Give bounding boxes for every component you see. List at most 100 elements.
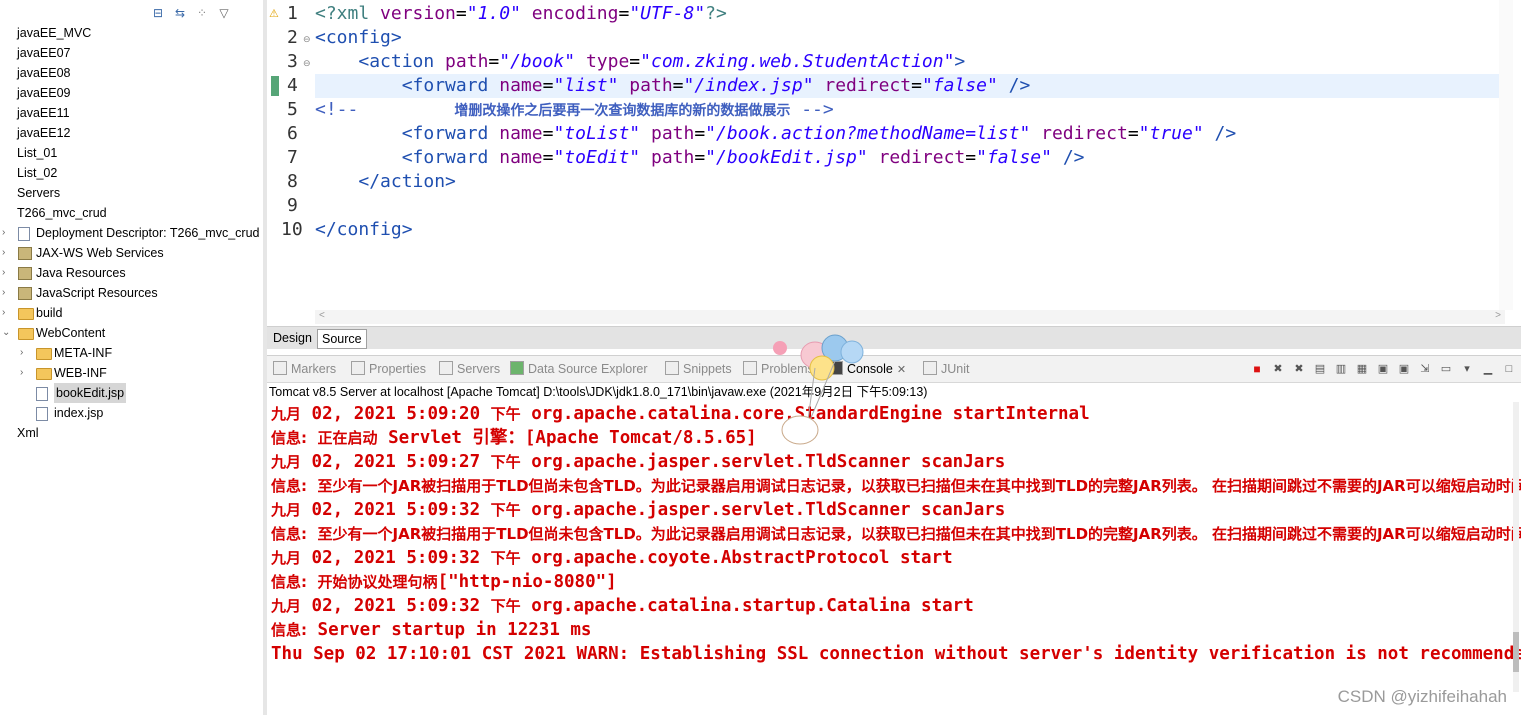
forward-tag: <forward [401, 147, 489, 168]
remove-launch-icon[interactable]: ✖ [1270, 361, 1286, 377]
tree-item[interactable]: › WEB-INF [0, 363, 263, 383]
warning-icon[interactable]: ⚠ [269, 7, 281, 20]
tree-item[interactable]: › JavaScript Resources [0, 283, 263, 303]
tree-item[interactable]: Servers [0, 183, 263, 203]
tree-item[interactable]: javaEE09 [0, 83, 263, 103]
tree-item[interactable]: › build [0, 303, 263, 323]
tree-item[interactable]: List_01 [0, 143, 263, 163]
editor-vertical-scrollbar[interactable] [1499, 0, 1513, 310]
maximize-icon[interactable]: □ [1501, 361, 1517, 377]
console-output[interactable]: 九月 02, 2021 5:09:20 下午 org.apache.catali… [271, 402, 1521, 692]
code-line-5-comment: <!-- 增删改操作之后要再一次查询数据库的新的数据做展示 --> [315, 98, 1505, 122]
tree-item[interactable]: javaEE_MVC [0, 23, 263, 43]
scroll-left-arrow[interactable]: < [319, 310, 325, 321]
collapse-all-icon[interactable]: ⊟ [150, 5, 166, 21]
word-wrap-icon[interactable]: ▦ [1354, 361, 1370, 377]
console-text: 下午 [490, 549, 521, 567]
tab-design[interactable]: Design [269, 329, 316, 347]
tree-item[interactable]: ⌄ WebContent [0, 323, 263, 343]
comment-text: 增删改操作之后要再一次查询数据库的新的数据做展示 [454, 103, 791, 119]
tree-item[interactable]: javaEE12 [0, 123, 263, 143]
code-area[interactable]: <?xml version="1.0" encoding="UTF-8"?> <… [315, 2, 1505, 302]
code-line-10: </config> [315, 218, 1505, 242]
console-view: Markers Properties Servers Data Source E… [267, 355, 1521, 716]
fold-toggle-icon[interactable]: ⊖ [303, 34, 311, 45]
tab-properties[interactable]: Properties [351, 360, 426, 378]
tree-item-label: T266_mvc_crud [17, 206, 107, 220]
tab-data-source-explorer[interactable]: Data Source Explorer [510, 360, 648, 378]
tree-item[interactable]: javaEE08 [0, 63, 263, 83]
tree-item-label: javaEE08 [17, 66, 71, 80]
attr-value: "1.0" [466, 3, 521, 24]
expand-arrow-icon[interactable]: › [20, 343, 30, 363]
console-vertical-scrollbar[interactable] [1513, 402, 1519, 692]
collapse-arrow-icon[interactable]: ⌄ [2, 323, 12, 343]
attr-name: name [488, 75, 543, 96]
filters-icon[interactable]: ⁘ [194, 5, 210, 21]
show-on-stderr-icon[interactable]: ▣ [1396, 361, 1412, 377]
tab-source[interactable]: Source [317, 329, 367, 349]
tab-label: Snippets [683, 362, 732, 376]
code-line-1: <?xml version="1.0" encoding="UTF-8"?> [315, 3, 727, 24]
xml-editor[interactable]: ⚠ 1 2 3 4 5 6 7 8 9 10 ⊖ ⊖ <?xml version="1.0" enco… [267, 0, 1521, 325]
tree-item-label: JavaScript Resources [36, 286, 158, 300]
folder-icon [18, 308, 34, 320]
console-text: 02, 2021 5:09:32 [301, 548, 491, 568]
editor-gutter: ⚠ 1 2 3 4 5 6 7 8 9 10 ⊖ ⊖ [267, 0, 315, 310]
console-text: Server startup in 12231 ms [307, 620, 592, 640]
tree-item[interactable]: javaEE07 [0, 43, 263, 63]
scrollbar-thumb[interactable] [1513, 632, 1519, 672]
forward-tag: <forward [401, 75, 489, 96]
tab-servers[interactable]: Servers [439, 360, 500, 378]
comment-open: <!-- [315, 99, 359, 120]
scroll-right-arrow[interactable]: > [1495, 310, 1501, 321]
attr-value: "toEdit" [553, 147, 641, 168]
tree-item[interactable]: index.jsp [0, 403, 263, 423]
tree-item[interactable]: javaEE11 [0, 103, 263, 123]
code-line-6: <forward name="toList" path="/book.actio… [315, 122, 1505, 146]
console-line: Thu Sep 02 17:10:01 CST 2021 WARN: Estab… [271, 642, 1521, 666]
tree-item[interactable]: T266_mvc_crud [0, 203, 263, 223]
tab-snippets[interactable]: Snippets [665, 360, 732, 378]
editor-horizontal-scrollbar[interactable]: < > [315, 310, 1505, 324]
tab-junit[interactable]: JUnit [923, 360, 969, 378]
pin-console-icon[interactable]: ⇲ [1417, 361, 1433, 377]
console-text: Thu Sep 02 17:10:01 CST 2021 WARN: Estab… [271, 644, 1521, 664]
config-open-tag: <config> [315, 27, 402, 48]
expand-arrow-icon[interactable]: › [2, 223, 12, 243]
clear-console-icon[interactable]: ▤ [1312, 361, 1328, 377]
minimize-icon[interactable]: ▁ [1480, 361, 1496, 377]
tree-item[interactable]: › Deployment Descriptor: T266_mvc_crud [0, 223, 263, 243]
expand-arrow-icon[interactable]: › [2, 303, 12, 323]
markers-icon [273, 361, 287, 375]
tree-item[interactable]: › JAX-WS Web Services [0, 243, 263, 263]
servers-icon [439, 361, 453, 375]
tree-item[interactable]: Xml [0, 423, 263, 443]
tree-item[interactable]: › META-INF [0, 343, 263, 363]
expand-arrow-icon[interactable]: › [20, 363, 30, 383]
attr-value: "/bookEdit.jsp" [705, 147, 868, 168]
tab-markers[interactable]: Markers [273, 360, 336, 378]
link-with-editor-icon[interactable]: ⇆ [172, 5, 188, 21]
tab-label: JUnit [941, 362, 970, 376]
console-text: org.apache.jasper.servlet.TldScanner sca… [520, 452, 1006, 472]
tree-item[interactable]: bookEdit.jsp [0, 383, 263, 403]
terminate-icon[interactable]: ■ [1249, 361, 1265, 377]
show-on-stdout-icon[interactable]: ▣ [1375, 361, 1391, 377]
tree-item[interactable]: › Java Resources [0, 263, 263, 283]
fold-toggle-icon[interactable]: ⊖ [303, 58, 311, 69]
remove-all-terminated-icon[interactable]: ✖ [1291, 361, 1307, 377]
scroll-lock-icon[interactable]: ▥ [1333, 361, 1349, 377]
open-console-icon[interactable]: ▾ [1459, 361, 1475, 377]
tab-label: Data Source Explorer [528, 362, 648, 376]
close-icon[interactable]: ✕ [897, 364, 906, 376]
display-console-icon[interactable]: ▭ [1438, 361, 1454, 377]
expand-arrow-icon[interactable]: › [2, 263, 12, 283]
view-menu-icon[interactable]: ▽ [216, 5, 232, 21]
expand-arrow-icon[interactable]: › [2, 283, 12, 303]
tree-item[interactable]: List_02 [0, 163, 263, 183]
expand-arrow-icon[interactable]: › [2, 243, 12, 263]
xml-declaration-close: ?> [705, 3, 727, 24]
